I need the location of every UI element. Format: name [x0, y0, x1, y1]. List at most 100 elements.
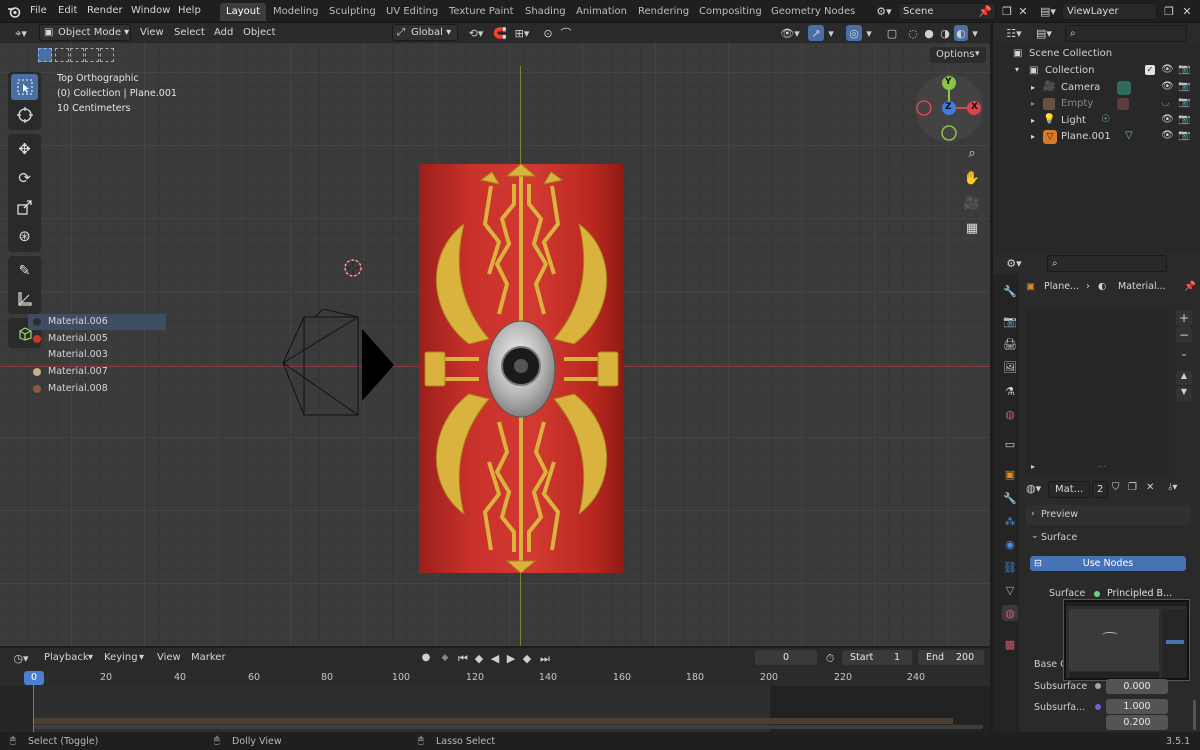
material-slot-list[interactable] — [1026, 308, 1169, 475]
texture-tab-icon[interactable]: ▩ — [1002, 636, 1018, 652]
properties-scrollbar[interactable] — [1193, 700, 1196, 730]
timeline-menu-keying[interactable]: Keying — [104, 652, 138, 663]
render-camera-icon[interactable]: 📷 — [1178, 81, 1190, 92]
snap-target-icon[interactable]: ⊞▾ — [510, 25, 534, 41]
properties-search-input[interactable]: ⌕ — [1047, 255, 1167, 272]
wireframe-shading-icon[interactable]: ◌ — [906, 25, 920, 41]
select-intersect-icon[interactable] — [100, 48, 114, 62]
outliner-collection[interactable]: ▾ ▣ Collection ✓ 👁 📷 — [993, 64, 1200, 81]
outliner-editor-icon[interactable]: ☷▾ — [1001, 25, 1027, 41]
eye-icon[interactable]: 👁 — [1161, 64, 1174, 75]
eye-icon[interactable]: 👁 — [1161, 114, 1174, 125]
tab-sculpting[interactable]: Sculpting — [323, 3, 382, 21]
select-new-icon[interactable] — [38, 48, 52, 62]
select-subtract-icon[interactable] — [70, 48, 84, 62]
tab-rendering[interactable]: Rendering — [632, 3, 695, 21]
tab-shading[interactable]: Shading — [519, 3, 572, 21]
select-box-tool[interactable] — [11, 74, 38, 100]
constraints-tab-icon[interactable]: ⛓ — [1002, 559, 1018, 575]
material-slot-0[interactable]: Material.006 — [28, 314, 166, 330]
editor-type-icon[interactable]: ⌖▾ — [8, 25, 34, 41]
add-slot-button[interactable]: + — [1176, 310, 1192, 326]
move-slot-up-icon[interactable]: ▲ — [1176, 371, 1192, 385]
preview-section[interactable]: › Preview — [1026, 505, 1191, 525]
material-slot-1[interactable]: Material.005 — [28, 331, 166, 347]
jump-end-icon[interactable]: ⏭ — [538, 650, 552, 666]
outliner-search-input[interactable]: ⌕ — [1065, 25, 1187, 42]
render-camera-icon[interactable]: 📷 — [1178, 64, 1190, 75]
start-frame-field[interactable]: Start 1 — [842, 650, 912, 665]
list-resize-handle[interactable]: ⋯ — [1098, 462, 1106, 471]
scale-tool[interactable] — [11, 194, 38, 220]
pan-hand-icon[interactable]: ✋ — [961, 167, 983, 189]
timeline-menu-marker[interactable]: Marker — [191, 652, 226, 663]
material-shading-icon[interactable]: ◑ — [938, 25, 952, 41]
outliner-scene-collection[interactable]: ▣ Scene Collection — [993, 47, 1200, 64]
timeline-menu-playback[interactable]: Playback — [44, 652, 89, 663]
subsurface-radius-y-field[interactable]: 0.200 — [1106, 715, 1168, 730]
expand-arrow-icon[interactable]: ▸ — [1031, 116, 1035, 125]
play-icon[interactable]: ▶ — [504, 650, 518, 666]
pin-icon[interactable]: 📌 — [1184, 281, 1196, 292]
tab-modeling[interactable]: Modeling — [267, 3, 325, 21]
tab-geometry-nodes[interactable]: Geometry Nodes — [765, 3, 861, 21]
keyframe-icon[interactable]: ◆ — [438, 650, 452, 666]
material-slot-4[interactable]: Material.008 — [28, 381, 166, 397]
render-camera-icon[interactable]: 📷 — [1178, 114, 1190, 125]
shield-plane-object[interactable] — [419, 163, 624, 574]
output-tab-icon[interactable]: 🖨 — [1002, 336, 1018, 352]
gizmo-icon[interactable]: ↗ — [808, 25, 824, 41]
current-frame-field[interactable]: 0 — [755, 650, 817, 665]
timeline-menu-view[interactable]: View — [157, 652, 181, 663]
material-users-count[interactable]: 2 — [1092, 481, 1108, 498]
timeline-editor-icon[interactable]: ◷▾ — [8, 650, 34, 666]
material-browse-icon[interactable]: ◍▾ — [1026, 482, 1041, 495]
object-mode-dropdown[interactable]: ▣ Object Mode ▾ — [39, 24, 131, 41]
zoom-icon[interactable]: ⌕ — [961, 142, 983, 164]
viewport-menu-object[interactable]: Object — [243, 27, 276, 38]
scene-tab-icon[interactable]: ⚗ — [1002, 383, 1018, 399]
overlay-icon[interactable]: ◎ — [846, 25, 862, 41]
playhead-marker[interactable]: 0 — [24, 671, 44, 685]
list-expand-icon[interactable]: ▸ — [1031, 462, 1035, 471]
delete-view-layer-icon[interactable]: ✕ — [1180, 4, 1194, 19]
outliner-item-light[interactable]: ▸ 💡 Light ☉ 👁 📷 — [993, 114, 1200, 131]
options-button[interactable]: Options ▾ — [930, 47, 986, 63]
visibility-icon[interactable]: 👁▾ — [778, 25, 802, 41]
unlink-material-icon[interactable]: ✕ — [1146, 482, 1154, 493]
next-keyframe-icon[interactable]: ◆ — [520, 650, 534, 666]
camera-view-icon[interactable]: 🎥 — [961, 192, 983, 214]
display-mode-icon[interactable]: ▤▾ — [1033, 25, 1055, 41]
tab-texture-paint[interactable]: Texture Paint — [443, 3, 520, 21]
annotate-tool[interactable]: ✎ — [11, 258, 38, 284]
material-slot-3[interactable]: Material.007 — [28, 364, 166, 380]
fake-user-shield-icon[interactable]: ⛉ — [1112, 482, 1120, 493]
object-tab-icon[interactable]: ▣ — [1002, 466, 1018, 482]
slot-specials-icon[interactable]: ⌄ — [1176, 349, 1192, 363]
new-view-layer-icon[interactable]: ❐ — [1162, 4, 1176, 19]
play-reverse-icon[interactable]: ◀ — [488, 650, 502, 666]
render-camera-icon[interactable]: 📷 — [1178, 130, 1190, 141]
record-icon[interactable]: ● — [418, 650, 434, 666]
move-tool[interactable]: ✥ — [11, 136, 38, 162]
viewport-menu-add[interactable]: Add — [214, 27, 233, 38]
material-name-field[interactable]: Mat... — [1048, 481, 1090, 498]
view-layer-selector[interactable]: ViewLayer — [1062, 3, 1157, 20]
particles-tab-icon[interactable]: ⁂ — [1002, 513, 1018, 529]
menu-file[interactable]: File — [30, 5, 47, 16]
delete-scene-icon[interactable]: ✕ — [1016, 4, 1030, 19]
select-extend-icon[interactable] — [55, 48, 69, 62]
xray-icon[interactable]: ▢ — [884, 25, 900, 41]
gizmo-dropdown-icon[interactable]: ▾ — [826, 25, 836, 41]
move-slot-down-icon[interactable]: ▼ — [1176, 387, 1192, 401]
socket-dot-icon[interactable] — [1095, 704, 1101, 710]
transform-tool[interactable]: ⊛ — [11, 223, 38, 249]
tab-layout[interactable]: Layout — [220, 3, 266, 21]
outliner-item-plane[interactable]: ▸ ▽ Plane.001 ▽ 👁 📷 — [993, 130, 1200, 147]
viewport-menu-select[interactable]: Select — [174, 27, 205, 38]
outliner-item-camera[interactable]: ▸ 🎥 Camera 👁 📷 — [993, 81, 1200, 98]
node-tree-icon[interactable]: ⫰▾ — [1168, 482, 1177, 493]
pin-icon[interactable]: 📌 — [978, 4, 992, 19]
collection-tab-icon[interactable]: ▭ — [1002, 436, 1018, 452]
transform-orientation-dropdown[interactable]: ⤢ Global ▾ — [392, 24, 458, 41]
